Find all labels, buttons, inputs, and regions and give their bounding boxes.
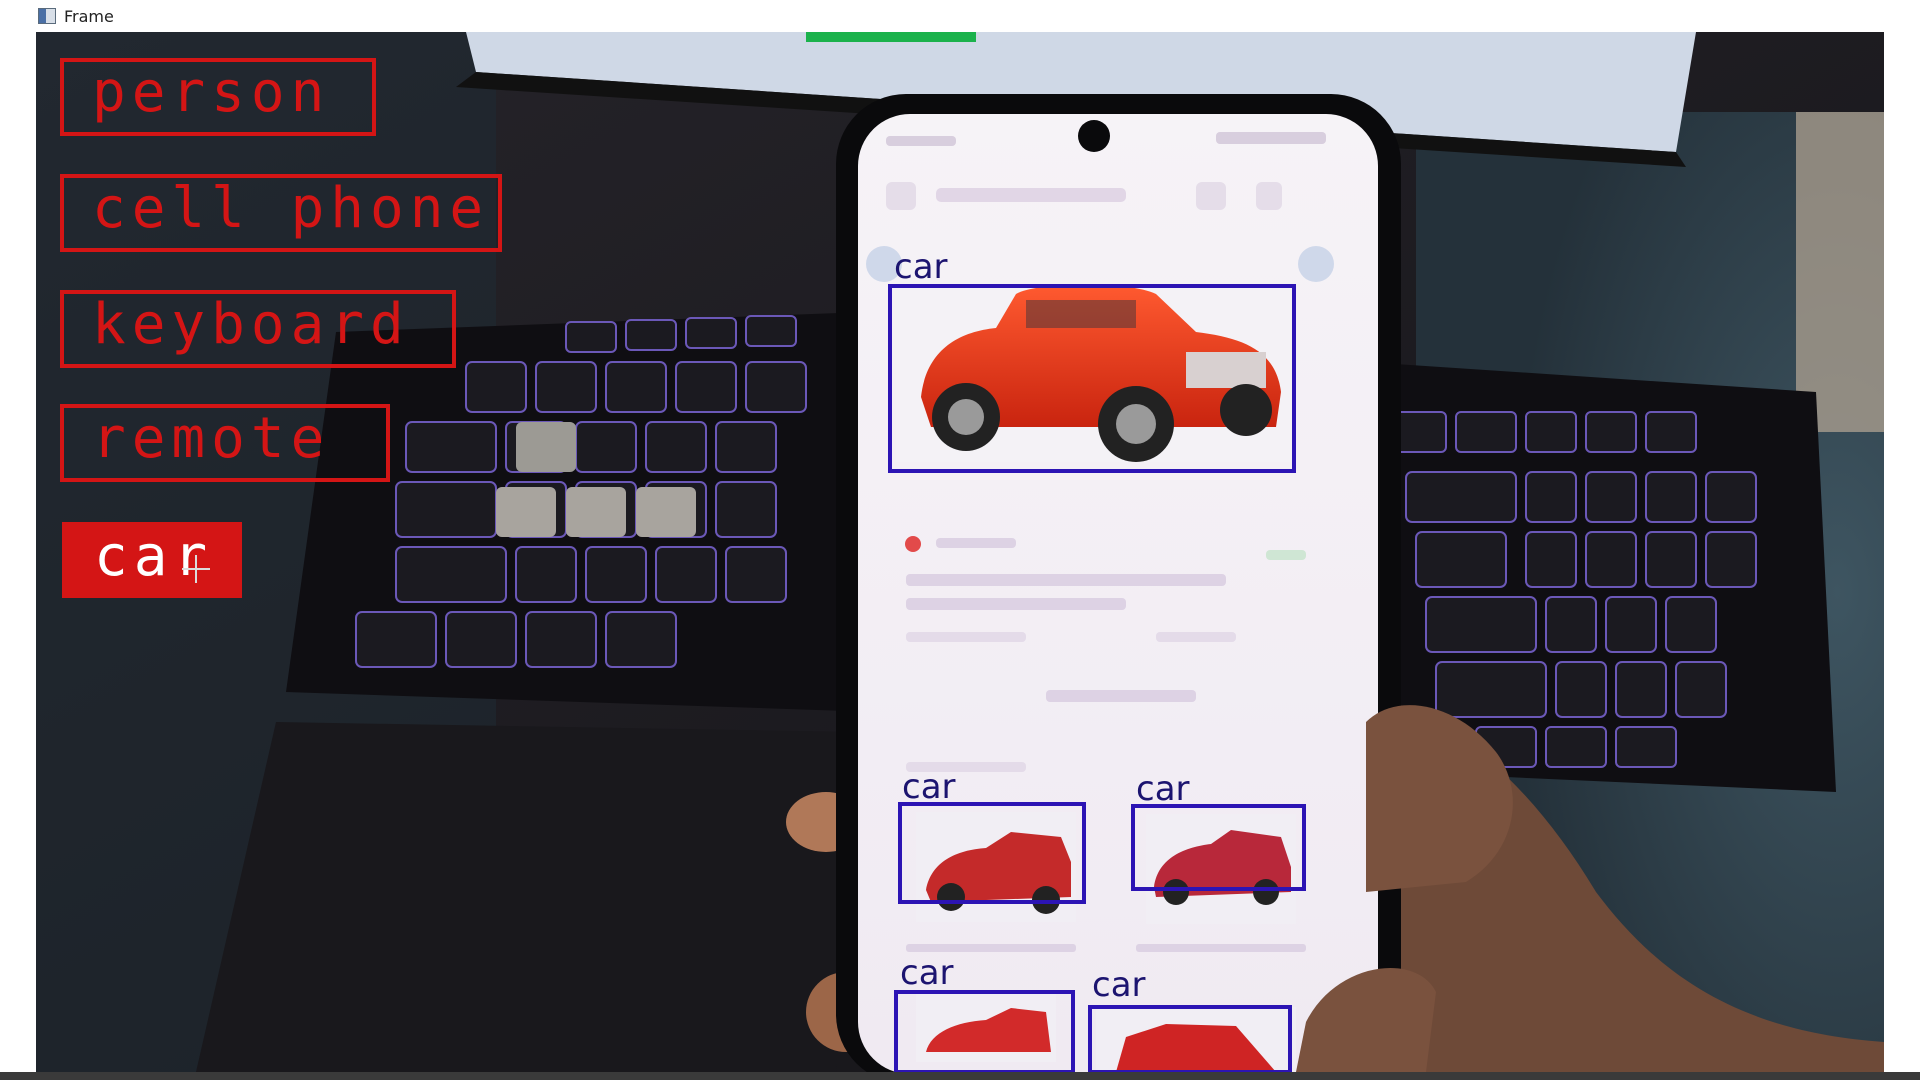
app-window-icon <box>38 8 56 24</box>
detection-label: car <box>1092 965 1146 1005</box>
class-button-car[interactable]: car <box>62 522 242 598</box>
class-button-person[interactable]: person <box>60 58 376 136</box>
class-button-remote[interactable]: remote <box>60 404 390 482</box>
detection-label: car <box>900 953 954 993</box>
detection-label: car <box>894 247 948 287</box>
class-button-cell-phone[interactable]: cell phone <box>60 174 502 252</box>
crosshair-cursor-icon <box>182 555 210 583</box>
window-bottom-border <box>0 1072 1920 1080</box>
detection-label: car <box>1136 769 1190 809</box>
class-button-keyboard[interactable]: keyboard <box>60 290 456 368</box>
camera-frame: car car car car car person cell phone ke… <box>36 32 1884 1072</box>
window-titlebar: Frame <box>0 0 1920 32</box>
detection-label: car <box>902 767 956 807</box>
window-title: Frame <box>64 6 114 26</box>
